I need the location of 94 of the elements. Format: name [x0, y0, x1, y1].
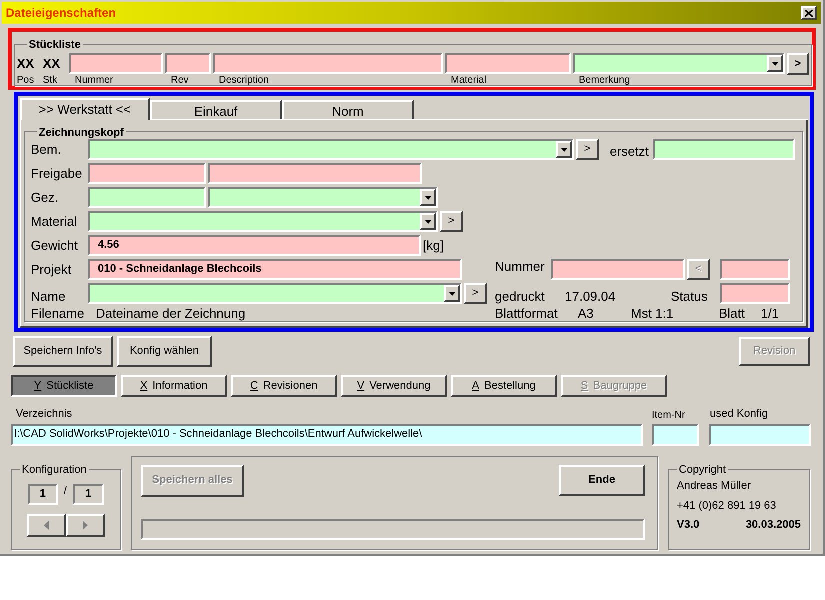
combo-field[interactable] [573, 53, 785, 74]
field-label: gedruckt [495, 288, 546, 306]
phone-number: +41 (0)62 891 19 63 [677, 498, 778, 514]
close-icon [805, 10, 813, 16]
field-label: Blattformat [495, 304, 559, 323]
column-label: Stk [43, 74, 58, 88]
field-label: ersetzt [610, 142, 650, 161]
input-field[interactable] [208, 163, 422, 184]
field-label: Gewicht [31, 236, 79, 255]
config-button[interactable]: Konfig wählen [117, 336, 212, 366]
column-label: Rev [170, 74, 190, 88]
group-title: Stückliste [29, 39, 81, 51]
group-title: Copyright [679, 464, 726, 476]
exit-button[interactable]: Ende [559, 464, 645, 496]
more-button[interactable]: > [787, 53, 809, 75]
input-field[interactable] [88, 163, 206, 184]
input-field[interactable]: 010 - Schneidanlage Blechcoils [88, 259, 462, 280]
right-arrow-icon [83, 521, 88, 530]
field-label: Item-Nr [652, 408, 686, 422]
column-label: Bemerkung [578, 74, 632, 88]
format-value: A3 [578, 304, 595, 323]
field-label: Material [31, 212, 78, 231]
caret-icon [424, 220, 432, 224]
field-label: Freigabe [31, 164, 84, 183]
tab[interactable]: Norm [282, 100, 414, 119]
input-field[interactable] [720, 259, 790, 280]
more-button[interactable]: > [576, 139, 599, 160]
config-field[interactable] [709, 424, 811, 446]
dropdown-button[interactable] [767, 55, 783, 72]
close-button[interactable] [801, 6, 817, 20]
field-label: Gez. [31, 188, 60, 207]
combo-field[interactable] [88, 211, 438, 232]
sheet-value: 1/1 [761, 304, 780, 323]
dropdown-button[interactable] [556, 141, 572, 158]
combo-field[interactable] [208, 187, 438, 208]
field-label: Filename [31, 304, 86, 323]
group-title: Konfiguration [22, 464, 87, 476]
caret-icon [424, 196, 432, 200]
field-label: Verzeichnis [16, 407, 74, 422]
scale-value: Mst 1:1 [631, 304, 675, 323]
tab[interactable]: Einkauf [150, 100, 282, 119]
separator-label: / [64, 484, 68, 500]
combo-field[interactable] [88, 283, 462, 304]
date-label: 30.03.2005 [746, 518, 801, 533]
input-field[interactable] [653, 139, 796, 160]
input-field[interactable] [69, 53, 163, 74]
field-label: Bem. [31, 140, 62, 159]
tab[interactable]: >> Werkstatt << [20, 98, 150, 120]
more-button[interactable]: > [440, 211, 463, 232]
column-label: Description [218, 74, 270, 88]
caret-icon [560, 148, 568, 152]
directory-field[interactable]: I:\CAD SolidWorks\Projekte\010 - Schneidanlage Blechcoils\Entwurf Aufwickelwelle\ [11, 424, 643, 446]
input-field[interactable] [551, 259, 685, 280]
column-label: Pos [17, 74, 36, 88]
field-label: Status [671, 288, 709, 306]
field-label: Projekt [31, 260, 72, 279]
nav-button[interactable]: C Revisionen [231, 375, 337, 397]
more-button[interactable]: > [464, 283, 487, 304]
column-label: Material [450, 74, 488, 88]
filename-value: Dateiname der Zeichnung [96, 304, 247, 323]
window-title: Dateieigenschaften [6, 5, 116, 22]
dropdown-button[interactable] [420, 213, 436, 230]
unit-label: [kg] [423, 236, 444, 255]
field-label: Nummer [495, 258, 546, 276]
total-config-field[interactable]: 1 [73, 484, 104, 505]
combo-field[interactable] [88, 139, 574, 160]
save-button[interactable]: Speichern Info's [13, 336, 113, 366]
field-label: Name [31, 288, 67, 306]
group-title: Zeichnungskopf [39, 127, 124, 139]
left-arrow-icon [44, 521, 49, 530]
input-field[interactable] [213, 53, 443, 74]
date-value: 17.09.04 [565, 288, 617, 306]
input-field[interactable] [88, 187, 206, 208]
quantity-value: XX [43, 55, 62, 73]
dropdown-button[interactable] [444, 285, 460, 302]
author-name: Andreas Müller [677, 479, 752, 494]
input-field[interactable] [165, 53, 211, 74]
version-label: V3.0 [677, 518, 700, 533]
position-value: XX [17, 55, 36, 73]
input-field[interactable]: 4.56 [88, 235, 421, 256]
input-field[interactable] [445, 53, 571, 74]
nav-button[interactable]: V Verwendung [341, 375, 447, 397]
item-number-field[interactable] [652, 424, 699, 446]
current-config-field[interactable]: 1 [28, 484, 58, 505]
nav-button[interactable]: X Information [121, 375, 227, 397]
caret-icon [772, 62, 778, 66]
field-label: Blatt [719, 304, 746, 323]
column-label: Nummer [74, 74, 114, 88]
dropdown-button[interactable] [420, 189, 436, 206]
input-field[interactable] [720, 283, 790, 304]
nav-button[interactable]: Y Stückliste [11, 375, 117, 397]
caret-icon [448, 292, 456, 296]
field-label: used Konfig [710, 407, 770, 422]
nav-button[interactable]: A Bestellung [451, 375, 557, 397]
